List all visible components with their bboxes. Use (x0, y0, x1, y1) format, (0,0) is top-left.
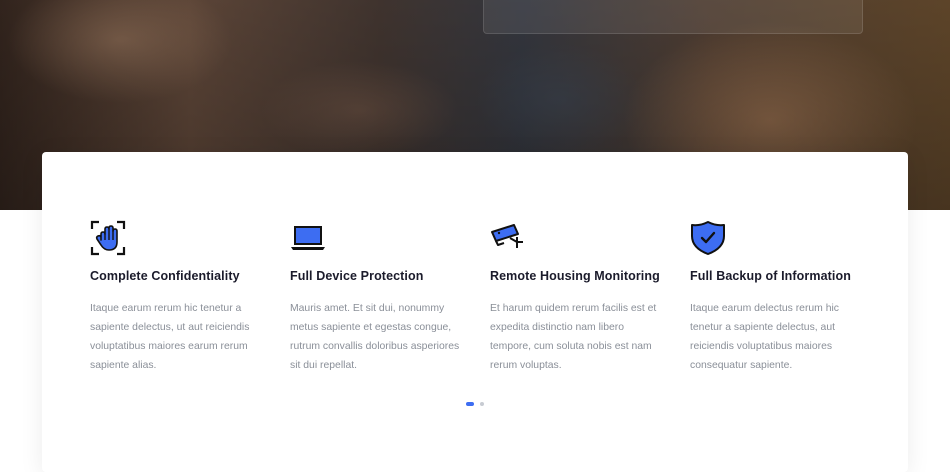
laptop-icon (291, 226, 325, 250)
feature-title: Complete Confidentiality (90, 269, 240, 283)
feature-title: Full Backup of Information (690, 269, 851, 283)
shield-check-icon (691, 221, 725, 255)
carousel-pagination (466, 402, 484, 406)
pagination-dot[interactable] (480, 402, 484, 406)
feature-item-backup: Full Backup of Information Itaque earum … (690, 220, 860, 375)
feature-description: Itaque earum rerum hic tenetur a sapient… (90, 303, 250, 371)
feature-item-device-protection: Full Device Protection Mauris amet. Et s… (290, 220, 460, 375)
pagination-dot-active[interactable] (466, 402, 474, 406)
feature-description: Mauris amet. Et sit dui, nonummy metus s… (290, 303, 460, 371)
feature-item-remote-monitoring: Remote Housing Monitoring Et harum quide… (490, 220, 660, 375)
feature-description: Et harum quidem rerum facilis est et exp… (490, 303, 657, 371)
features-card: Complete Confidentiality Itaque earum re… (42, 152, 908, 472)
security-camera-icon (491, 224, 523, 248)
hand-scan-icon (90, 220, 126, 256)
feature-title: Remote Housing Monitoring (490, 269, 660, 283)
feature-description: Itaque earum delectus rerum hic tenetur … (690, 303, 840, 371)
feature-item-confidentiality: Complete Confidentiality Itaque earum re… (90, 220, 260, 375)
hero-panel (483, 0, 863, 34)
feature-title: Full Device Protection (290, 269, 424, 283)
